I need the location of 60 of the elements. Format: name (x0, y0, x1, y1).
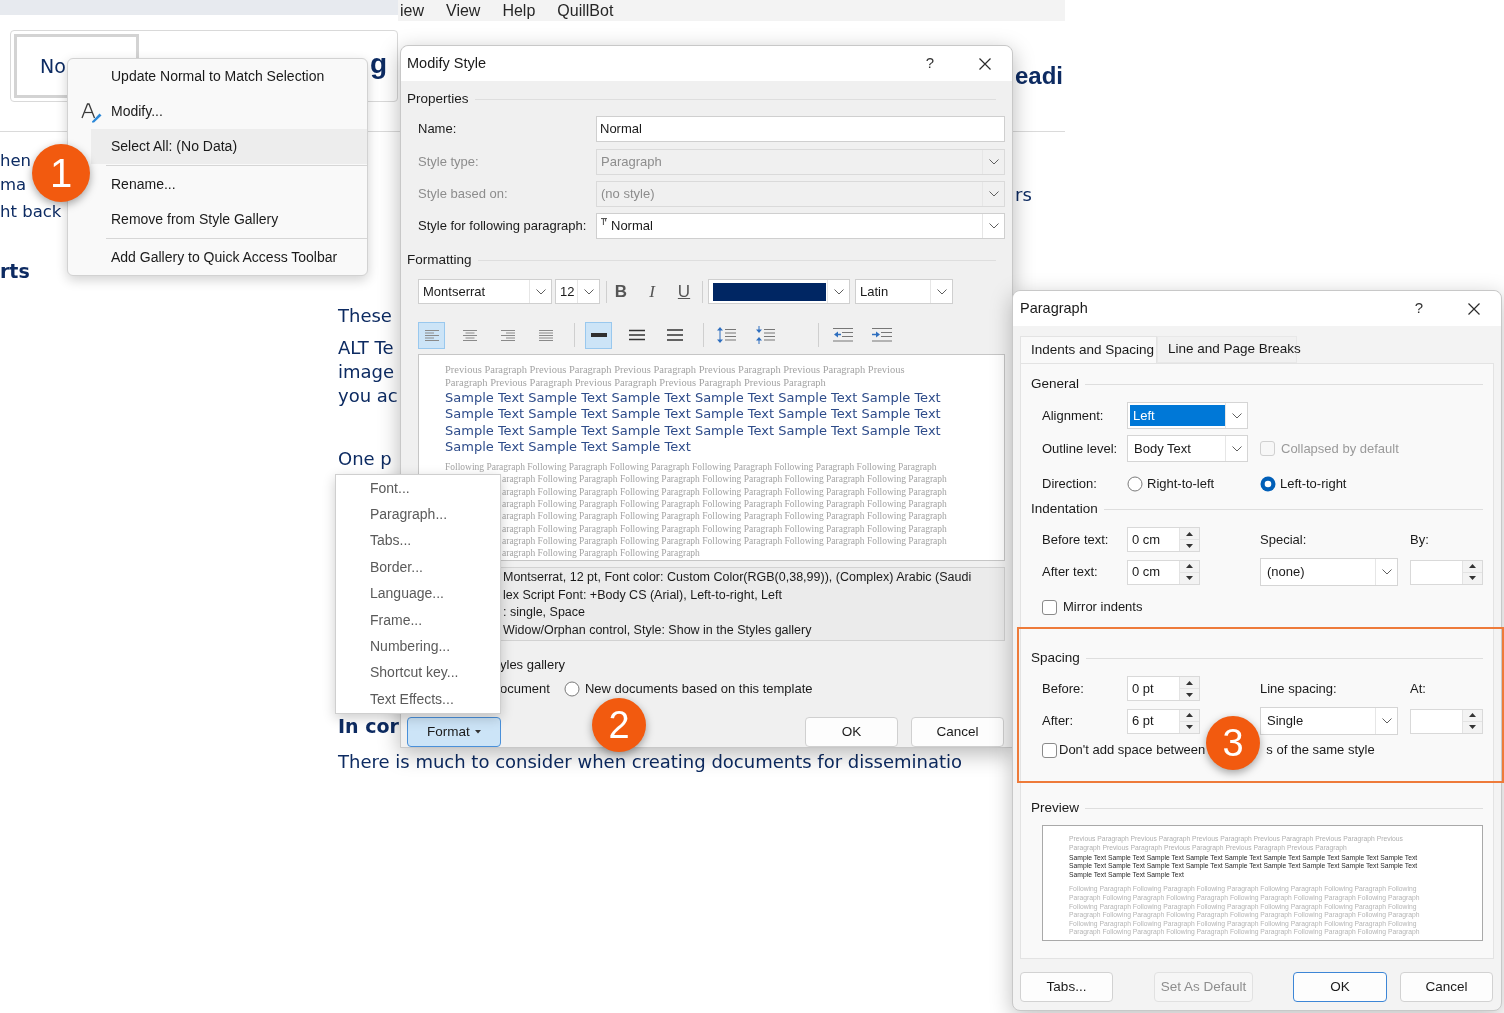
preview-text: Following Paragraph Following Paragraph Following Paragraph Following Paragraph Following Paragraph Following Paragraph (445, 461, 937, 474)
field-label: Alignment: (1042, 406, 1105, 425)
preview-text: aragraph Following Paragraph Following Paragraph Following Paragraph Following Paragraph Following Paragraph (502, 534, 947, 548)
preview-text: aragraph Following Paragraph Following Paragraph Following Paragraph Following Paragraph Following Paragraph (502, 522, 947, 535)
checkbox-label: yles gallery (500, 656, 566, 675)
description-text: lex Script Font: +Body CS (Arial), Left-to-right, Left (503, 586, 783, 604)
body-text: There is much to consider when creating documents for disseminatio (338, 753, 963, 771)
description-text: Widow/Orphan control, Style: Show in the Styles gallery (503, 622, 813, 640)
radio-label: Left-to-right (1280, 475, 1347, 494)
sample-text: Sample Text Sample Text Sample Text Sample Text Sample Text Sample Text Sample Text Sample Text Sample Text Sample Text Sample Text Sample Text Sample Text Sample Text Sample Text Sample Text Sample Text Sample Text Sample Text Sample Text Sample Text (445, 390, 942, 456)
heading-text: rts (0, 262, 30, 280)
field-label: Outline level: (1042, 439, 1119, 458)
field-label: By: (1410, 530, 1429, 549)
body-text: image (338, 363, 395, 381)
body-text: These (338, 307, 392, 325)
checkbox-label: Collapsed by default (1281, 439, 1399, 458)
preview-text: aragraph Following Paragraph Following Paragraph Following Paragraph Following Paragraph Following Paragraph (502, 510, 947, 523)
field-label: Direction: (1042, 475, 1098, 494)
checkbox-label: Mirror indents (1063, 598, 1143, 617)
preview-text: aragraph Following Paragraph Following Paragraph Following Paragraph Following Paragraph Following Paragraph (502, 485, 947, 499)
field-label: Line spacing: (1260, 679, 1338, 698)
body-text: hen (0, 152, 32, 170)
dialog-title: Paragraph (1020, 298, 1088, 318)
body-text: rs (1015, 186, 1032, 204)
body-text: ALT Te (338, 339, 394, 357)
field-label: Style based on: (417, 185, 509, 204)
field-label: Style for following paragraph: (417, 217, 588, 236)
step-marker: 1 (32, 144, 90, 202)
field-label: Style type: (417, 153, 480, 172)
body-text: you ac (338, 387, 398, 405)
radio-label: Right-to-left (1147, 475, 1215, 494)
checkbox-label: s of the same style (1266, 741, 1375, 760)
field-label: After: (1042, 712, 1075, 731)
checkbox-label: Don't add space between (1059, 741, 1206, 760)
section-heading: Indentation (1031, 499, 1098, 518)
description-text: Montserrat, 12 pt, Font color: Custom Color(RGB(0,38,99)), (Complex) Arabic (Saudi (503, 569, 973, 586)
field-label: After text: (1042, 563, 1099, 582)
radio-label: ocument (500, 680, 550, 699)
field-label: At: (1410, 679, 1426, 698)
dialog-title: Modify Style (407, 53, 486, 73)
selected-value: Left (1130, 405, 1225, 426)
section-heading: Properties (407, 89, 469, 108)
description-text: : single, Space (503, 604, 586, 622)
field-label: Special: (1260, 530, 1308, 549)
field-label: Name: (417, 120, 458, 139)
section-heading: Preview (1031, 798, 1079, 817)
section-heading: Spacing (1031, 648, 1080, 667)
preview-text: aragraph Following Paragraph Following Paragraph (502, 547, 700, 560)
body-text: ht back (0, 203, 62, 221)
preview-text: Previous Paragraph Previous Paragraph Previous Paragraph Previous Paragraph Previous Paragraph Previous Paragraph Previous Paragraph Previous Paragraph Previous Paragraph Previous Paragraph (445, 364, 906, 389)
heading-text: In cor (338, 717, 399, 735)
body-text: ma (0, 176, 27, 194)
field-label: Before text: (1042, 530, 1110, 549)
preview-text: aragraph Following Paragraph Following Paragraph Following Paragraph Following Paragraph Following Paragraph (502, 473, 947, 486)
radio-label: New documents based on this template (584, 680, 813, 699)
field-label: Before: (1042, 679, 1085, 698)
section-heading: Formatting (407, 250, 472, 269)
preview-text: aragraph Following Paragraph Following Paragraph Following Paragraph Following Paragraph Following Paragraph (502, 498, 947, 511)
section-heading: General (1031, 374, 1080, 393)
body-text: One p (338, 450, 392, 468)
